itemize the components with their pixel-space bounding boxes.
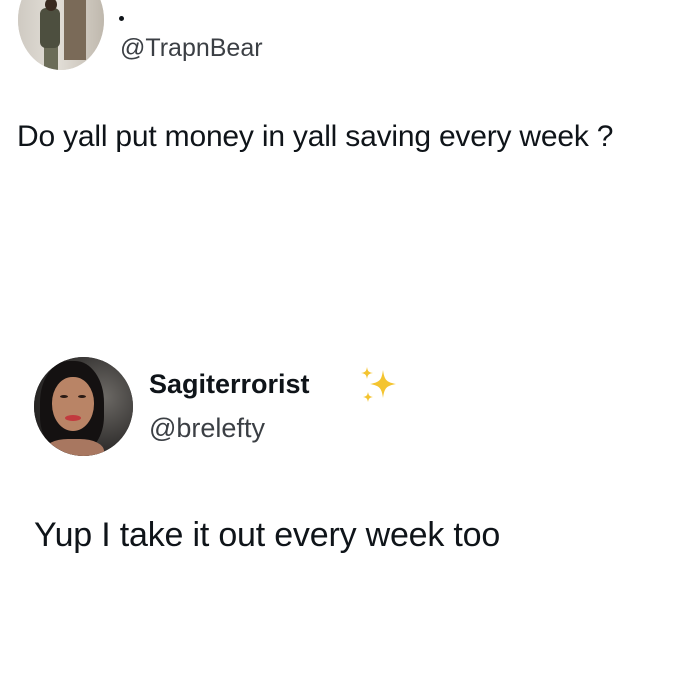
dot-mark	[119, 16, 124, 21]
reply-tweet-text: Yup I take it out every week too	[34, 516, 501, 554]
avatar-trapnbear[interactable]	[18, 0, 104, 70]
original-tweet-text: Do yall put money in yall saving every w…	[17, 120, 614, 153]
original-tweet-handle[interactable]: @TrapnBear	[120, 34, 263, 63]
reply-display-name[interactable]: Sagiterrorist	[149, 369, 310, 400]
avatar-brelefty[interactable]	[34, 357, 133, 456]
reply-handle[interactable]: @brelefty	[149, 413, 265, 444]
sparkles-icon	[361, 367, 396, 402]
